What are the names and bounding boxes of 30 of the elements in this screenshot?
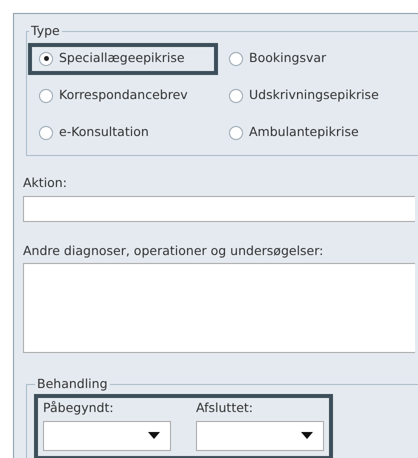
dropdown[interactable]	[43, 420, 171, 451]
radio-label: Speciallægeepikrise	[59, 49, 185, 68]
group-legend: Behandling	[35, 375, 110, 394]
radio-label: Udskrivningsepikrise	[249, 86, 379, 104]
text-area[interactable]	[23, 263, 415, 354]
radio-label: Korrespondancebrev	[59, 86, 188, 104]
radio-option[interactable]: Ambulantepikrise	[218, 116, 418, 149]
caret-icon	[148, 432, 160, 440]
radio-option[interactable]: Udskrivningsepikrise	[218, 80, 418, 112]
field-label: Påbegyndt:	[43, 399, 115, 417]
caret-icon	[301, 432, 313, 440]
radio-option[interactable]: Korrespondancebrev	[28, 80, 218, 112]
group-legend: Type	[29, 22, 62, 41]
radio-button[interactable]	[229, 88, 243, 103]
radio-button[interactable]	[39, 52, 53, 66]
field-label: Aktion:	[23, 174, 68, 192]
radio-label: e-Konsultation	[59, 123, 149, 142]
radio-button[interactable]	[39, 88, 53, 103]
radio-option[interactable]: Bookingsvar	[218, 42, 418, 75]
radio-option[interactable]: e-Konsultation	[28, 116, 218, 149]
dropdown[interactable]	[196, 420, 324, 451]
radio-button[interactable]	[229, 126, 243, 140]
radio-option[interactable]: Speciallægeepikrise	[28, 42, 218, 75]
radio-label: Ambulantepikrise	[249, 123, 359, 142]
radio-button[interactable]	[39, 126, 53, 140]
radio-label: Bookingsvar	[249, 49, 326, 68]
field-label: Afsluttet:	[196, 399, 254, 417]
input-field[interactable]	[23, 196, 415, 222]
field-label: Andre diagnoser, operationer og undersøgelser:	[23, 242, 324, 260]
radio-button[interactable]	[229, 52, 243, 66]
